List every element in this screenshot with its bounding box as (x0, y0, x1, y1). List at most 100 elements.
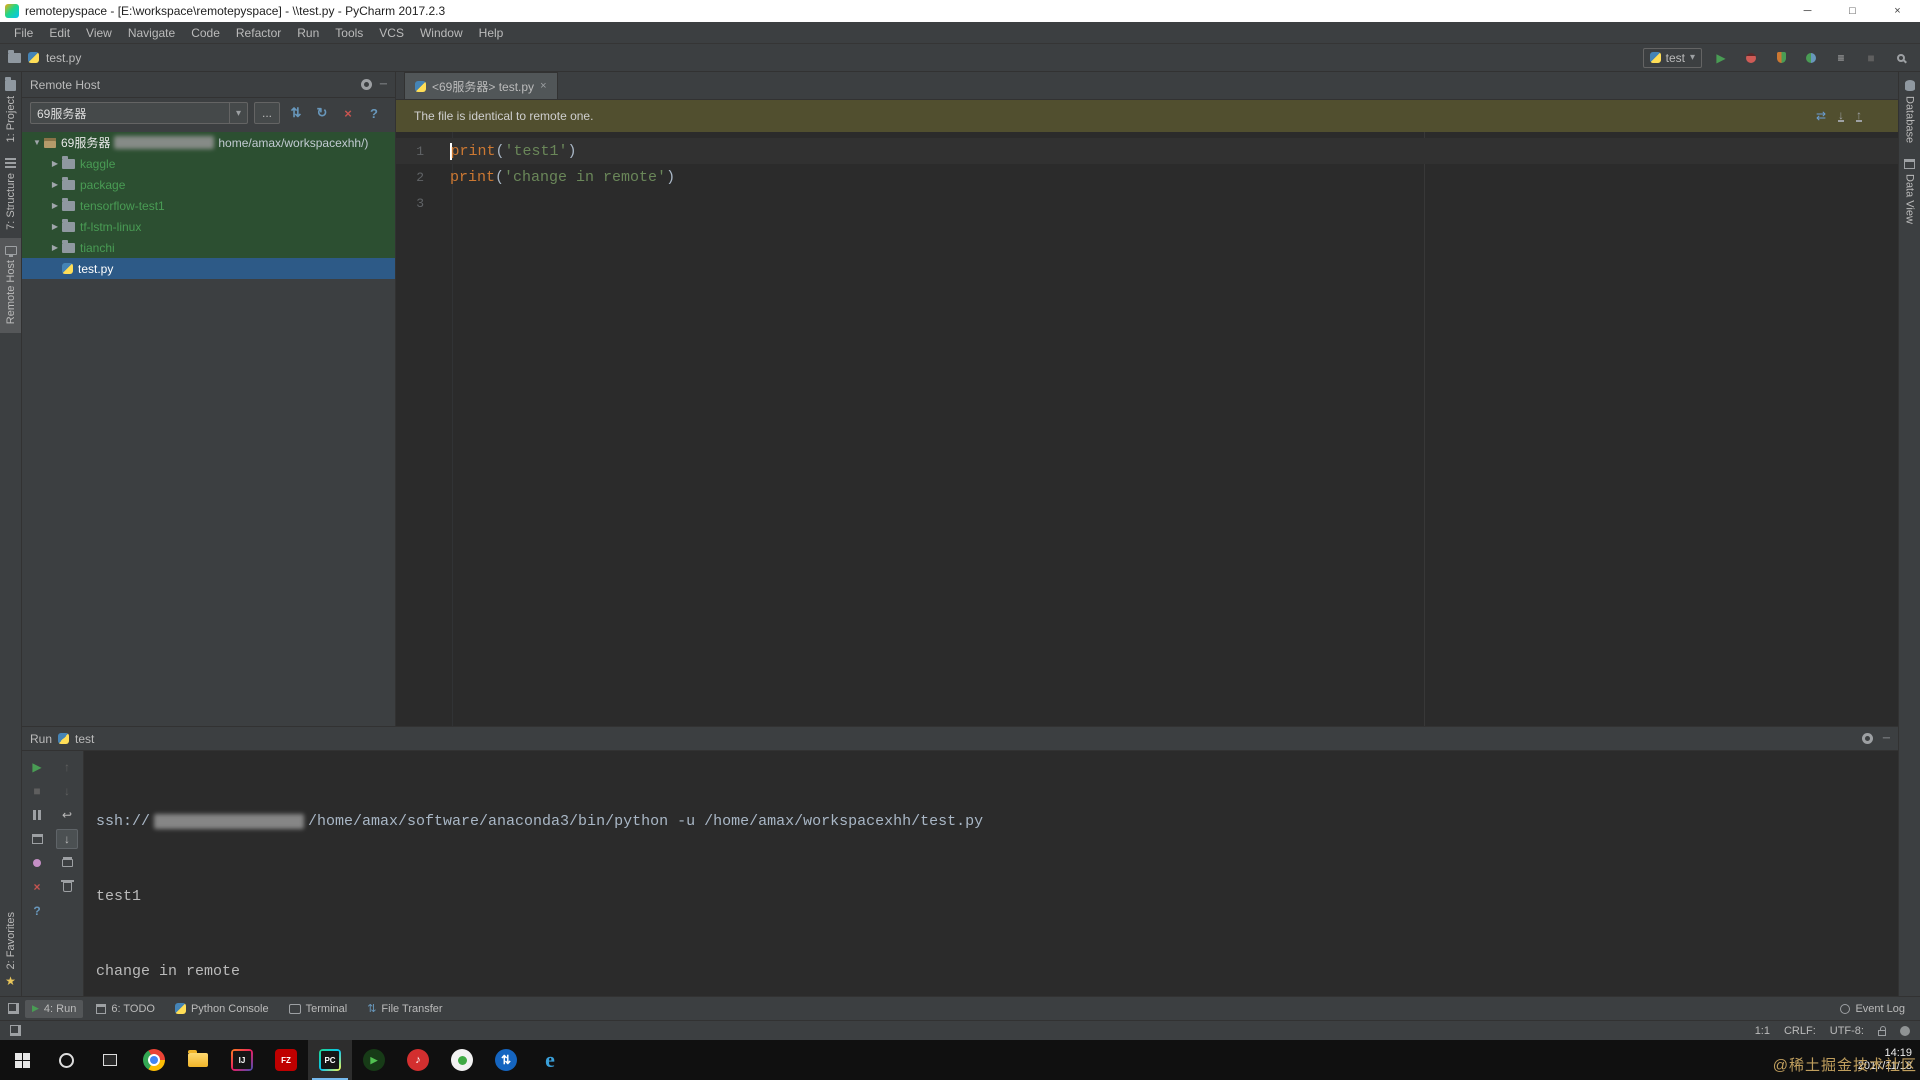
sidebar-item-database[interactable]: Database (1899, 72, 1920, 151)
help-button[interactable]: ? (26, 901, 48, 921)
toolbar-item-file-transfer[interactable]: ⇅ File Transfer (360, 999, 449, 1018)
red-app-button[interactable]: ♪ (396, 1040, 440, 1080)
collapse-arrow-icon[interactable]: ▼ (30, 138, 44, 147)
menu-window[interactable]: Window (412, 26, 471, 40)
hide-panel-icon[interactable]: ─ (380, 79, 387, 90)
run-config-combo[interactable]: test ▾ (1642, 47, 1702, 68)
menu-navigate[interactable]: Navigate (120, 26, 183, 40)
refresh-button[interactable]: ↻ (312, 103, 332, 123)
tree-row-folder[interactable]: ▶ kaggle (22, 153, 395, 174)
menu-view[interactable]: View (78, 26, 120, 40)
edge-app-button[interactable]: e (528, 1040, 572, 1080)
edit-configurations-button[interactable]: ≡ (1830, 47, 1852, 69)
toggle-tool-buttons-icon[interactable] (10, 1025, 21, 1036)
tree-row-folder[interactable]: ▶ tf-lstm-linux (22, 216, 395, 237)
expand-arrow-icon[interactable]: ▶ (48, 243, 62, 252)
scroll-to-end-button[interactable]: ↓ (56, 829, 78, 849)
inspection-profile-icon[interactable] (1900, 1025, 1910, 1036)
up-stack-trace-button[interactable]: ↑ (56, 757, 78, 777)
tab-close-icon[interactable]: × (540, 80, 546, 92)
menu-file[interactable]: File (6, 26, 41, 40)
tree-row-file-selected[interactable]: test.py (22, 258, 395, 279)
task-view-button[interactable] (88, 1040, 132, 1080)
minimize-button[interactable]: ─ (1785, 0, 1830, 22)
tree-row-folder[interactable]: ▶ tianchi (22, 237, 395, 258)
chrome-app-button[interactable] (132, 1040, 176, 1080)
toolbar-item-event-log[interactable]: Event Log (1833, 1000, 1912, 1018)
down-stack-trace-button[interactable]: ↓ (56, 781, 78, 801)
search-everywhere-button[interactable] (1890, 47, 1912, 69)
tree-row-folder[interactable]: ▶ package (22, 174, 395, 195)
menu-edit[interactable]: Edit (41, 26, 78, 40)
run-with-coverage-button[interactable] (1770, 47, 1792, 69)
debug-button[interactable] (1740, 47, 1762, 69)
menu-refactor[interactable]: Refactor (228, 26, 289, 40)
filezilla-app-button[interactable]: FZ (264, 1040, 308, 1080)
download-icon[interactable]: ↓ (1838, 109, 1844, 122)
expand-arrow-icon[interactable]: ▶ (48, 222, 62, 231)
code-line-2[interactable]: 2 print('change in remote') (396, 164, 1898, 190)
start-button[interactable] (0, 1040, 44, 1080)
sidebar-item-structure[interactable]: 7: Structure (0, 150, 21, 238)
help-button[interactable]: ? (364, 103, 384, 123)
run-console[interactable]: ssh:// /home/amax/software/anaconda3/bin/… (84, 751, 1898, 996)
caret-position[interactable]: 1:1 (1755, 1025, 1770, 1037)
sidebar-item-data-view[interactable]: Data View (1899, 151, 1920, 232)
file-explorer-button[interactable] (176, 1040, 220, 1080)
soft-wrap-button[interactable]: ↩ (56, 805, 78, 825)
tree-row-folder[interactable]: ▶ tensorflow-test1 (22, 195, 395, 216)
hide-panel-icon[interactable]: ─ (1883, 733, 1890, 744)
green-app-button[interactable]: ▶ (352, 1040, 396, 1080)
code-line-3[interactable]: 3 (396, 190, 1898, 216)
menu-code[interactable]: Code (183, 26, 228, 40)
pause-output-button[interactable] (26, 805, 48, 825)
editor-tab[interactable]: <69服务器> test.py × (404, 72, 558, 99)
cortana-button[interactable] (44, 1040, 88, 1080)
expand-arrow-icon[interactable]: ▶ (48, 180, 62, 189)
upload-icon[interactable]: ↑ (1856, 109, 1862, 122)
sidebar-item-project[interactable]: 1: Project (0, 72, 21, 150)
toolbar-item-python-console[interactable]: Python Console (168, 1000, 276, 1018)
run-button[interactable]: ▶ (1710, 47, 1732, 69)
menu-help[interactable]: Help (471, 26, 512, 40)
maximize-button[interactable]: □ (1830, 0, 1875, 22)
sidebar-item-remote-host[interactable]: Remote Host (0, 238, 21, 333)
idea-app-button[interactable]: IJ (220, 1040, 264, 1080)
browse-button[interactable]: ... (254, 102, 280, 124)
server-select[interactable]: 69服务器 ▾ (30, 102, 248, 124)
gear-icon[interactable] (360, 79, 372, 90)
readonly-lock-icon[interactable] (1878, 1025, 1886, 1036)
chevron-down-icon[interactable]: ▾ (229, 103, 247, 123)
pycharm-app-button[interactable]: PC (308, 1040, 352, 1080)
menu-run[interactable]: Run (289, 26, 327, 40)
clear-all-button[interactable] (56, 877, 78, 897)
menu-tools[interactable]: Tools (327, 26, 371, 40)
restore-layout-button[interactable] (26, 829, 48, 849)
rerun-button[interactable]: ▶ (26, 757, 48, 777)
breadcrumb-file[interactable]: test.py (46, 51, 81, 65)
tree-row-server-root[interactable]: ▼ 69服务器 home/amax/workspacexhh/) (22, 132, 395, 153)
white-app-button[interactable] (440, 1040, 484, 1080)
expand-arrow-icon[interactable]: ▶ (48, 159, 62, 168)
stop-button[interactable]: ■ (26, 781, 48, 801)
toolbar-item-terminal[interactable]: Terminal (282, 1000, 355, 1018)
profile-button[interactable] (1800, 47, 1822, 69)
project-folder-icon[interactable] (8, 49, 21, 63)
close-button[interactable]: × (1875, 0, 1920, 22)
toolbar-item-run[interactable]: ▶ 4: Run (25, 999, 84, 1018)
line-separator[interactable]: CRLF: (1784, 1025, 1816, 1037)
print-button[interactable] (56, 853, 78, 873)
blue-app-button[interactable]: ⇅ (484, 1040, 528, 1080)
sync-button[interactable]: ⇅ (286, 103, 306, 123)
stop-button[interactable]: ■ (1860, 47, 1882, 69)
code-line-1[interactable]: 1 print('test1') (396, 138, 1898, 164)
menu-vcs[interactable]: VCS (371, 26, 412, 40)
sidebar-item-favorites[interactable]: 2: Favorites ★ (0, 904, 21, 996)
tool-window-quick-access-icon[interactable] (8, 1003, 19, 1014)
gear-icon[interactable] (1861, 733, 1873, 744)
toolbar-item-todo[interactable]: 6: TODO (89, 1000, 162, 1018)
close-tab-button[interactable]: × (26, 877, 48, 897)
compare-remote-icon[interactable]: ⇄ (1816, 109, 1826, 123)
code-editor[interactable]: ✓ 1 print('test1') 2 print('change in re… (396, 132, 1898, 726)
cancel-button[interactable]: × (338, 103, 358, 123)
